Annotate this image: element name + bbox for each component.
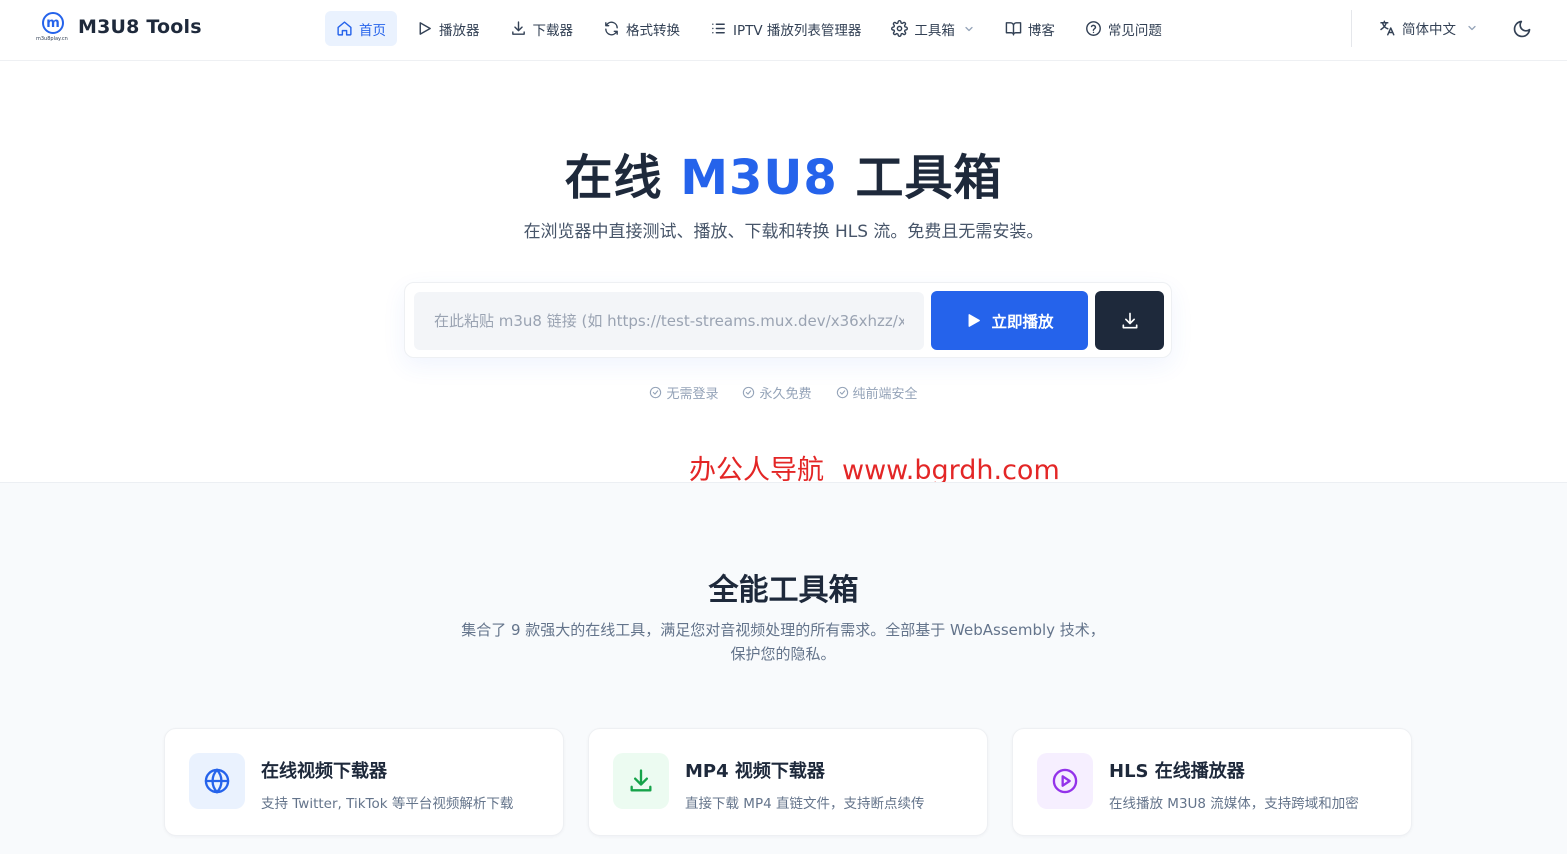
features-description: 集合了 9 款强大的在线工具，满足您对音视频处理的所有需求。全部基于 WebAs… bbox=[461, 621, 1105, 663]
url-search-box: 立即播放 bbox=[404, 282, 1172, 358]
badge-no-login: 无需登录 bbox=[649, 383, 718, 402]
card-description: 在线播放 M3U8 流媒体，支持跨域和加密 bbox=[1109, 796, 1359, 812]
nav-label: 下载器 bbox=[532, 22, 574, 39]
nav-item-home[interactable]: 首页 bbox=[325, 11, 397, 46]
tool-card-mp4-downloader[interactable]: MP4 视频下载器 直接下载 MP4 直链文件，支持断点续传 bbox=[588, 728, 988, 836]
logo-text: M3U8 Tools bbox=[78, 16, 202, 38]
hero-title: 在线 M3U8 工具箱 bbox=[564, 150, 1003, 206]
card-title: HLS 在线播放器 bbox=[1109, 761, 1245, 782]
globe-icon bbox=[204, 768, 230, 794]
chevron-down-icon bbox=[1468, 25, 1476, 31]
card-icon-box bbox=[613, 753, 669, 809]
help-circle-icon bbox=[1085, 21, 1101, 36]
chevron-down-icon bbox=[965, 26, 973, 31]
play-icon bbox=[419, 22, 431, 35]
download-button[interactable] bbox=[1095, 291, 1164, 350]
gear-icon bbox=[891, 20, 909, 37]
logo[interactable]: m m3u8play.cn M3U8 Tools bbox=[36, 12, 202, 42]
nav-item-blog[interactable]: 博客 bbox=[994, 11, 1066, 46]
main-nav: 首页 播放器 下载器 格式转换 IPTV 播放列表管理器 工具箱 博客 常见问题 bbox=[325, 11, 1181, 46]
home-icon bbox=[337, 21, 352, 36]
m3u8-url-input[interactable] bbox=[414, 292, 924, 350]
moon-icon[interactable] bbox=[1512, 19, 1532, 39]
language-label: 简体中文 bbox=[1402, 22, 1456, 38]
list-icon bbox=[712, 23, 725, 34]
play-now-button[interactable]: 立即播放 bbox=[931, 291, 1088, 350]
nav-label: 首页 bbox=[359, 22, 386, 39]
logo-icon: m m3u8play.cn bbox=[36, 12, 68, 42]
tool-card-hls-player[interactable]: HLS 在线播放器 在线播放 M3U8 流媒体，支持跨域和加密 bbox=[1012, 728, 1412, 836]
translate-icon bbox=[1380, 20, 1395, 36]
check-circle-icon bbox=[743, 386, 755, 399]
nav-item-convert[interactable]: 格式转换 bbox=[592, 11, 691, 46]
download-icon bbox=[1122, 312, 1137, 328]
nav-item-downloader[interactable]: 下载器 bbox=[499, 11, 585, 46]
feature-badges: 无需登录 永久免费 纯前端安全 bbox=[0, 383, 1567, 402]
book-icon bbox=[1005, 22, 1022, 36]
play-icon bbox=[969, 314, 981, 327]
play-circle-icon bbox=[1052, 768, 1078, 794]
nav-label: IPTV 播放列表管理器 bbox=[733, 22, 862, 39]
badge-free: 永久免费 bbox=[742, 383, 812, 402]
card-title: MP4 视频下载器 bbox=[685, 761, 825, 782]
logo-domain: m3u8play.cn bbox=[36, 36, 68, 42]
header-divider bbox=[1351, 10, 1352, 47]
card-description: 支持 Twitter, TikTok 等平台视频解析下载 bbox=[261, 796, 514, 812]
card-icon-box bbox=[1037, 753, 1093, 809]
nav-label: 格式转换 bbox=[626, 22, 680, 39]
badge-secure: 纯前端安全 bbox=[836, 383, 918, 402]
nav-label: 工具箱 bbox=[914, 22, 955, 39]
download-icon bbox=[630, 769, 652, 792]
hero-subtitle: 在浏览器中直接测试、播放、下载和转换 HLS 流。免费且无需安装。 bbox=[523, 222, 1044, 242]
check-circle-icon bbox=[650, 386, 662, 399]
tool-card-video-downloader[interactable]: 在线视频下载器 支持 Twitter, TikTok 等平台视频解析下载 bbox=[164, 728, 564, 836]
card-description: 直接下载 MP4 直链文件，支持断点续传 bbox=[685, 796, 925, 812]
nav-item-faq[interactable]: 常见问题 bbox=[1074, 11, 1173, 46]
check-circle-icon bbox=[836, 386, 848, 399]
nav-item-toolbox[interactable]: 工具箱 bbox=[880, 11, 986, 46]
language-selector[interactable]: 简体中文 bbox=[1378, 18, 1478, 38]
card-icon-box bbox=[189, 753, 245, 809]
download-icon bbox=[511, 21, 525, 35]
features-section: 全能工具箱 集合了 9 款强大的在线工具，满足您对音视频处理的所有需求。全部基于… bbox=[0, 482, 1567, 854]
card-title: 在线视频下载器 bbox=[261, 761, 387, 782]
nav-item-player[interactable]: 播放器 bbox=[405, 11, 491, 46]
top-header: m m3u8play.cn M3U8 Tools 首页 播放器 下载器 格式转换… bbox=[0, 0, 1567, 61]
refresh-icon bbox=[605, 21, 618, 36]
nav-label: 博客 bbox=[1027, 22, 1055, 39]
nav-item-iptv[interactable]: IPTV 播放列表管理器 bbox=[699, 11, 872, 46]
features-title: 全能工具箱 bbox=[708, 573, 859, 608]
play-now-label: 立即播放 bbox=[991, 313, 1054, 331]
nav-label: 常见问题 bbox=[1107, 22, 1162, 39]
nav-label: 播放器 bbox=[439, 22, 480, 39]
